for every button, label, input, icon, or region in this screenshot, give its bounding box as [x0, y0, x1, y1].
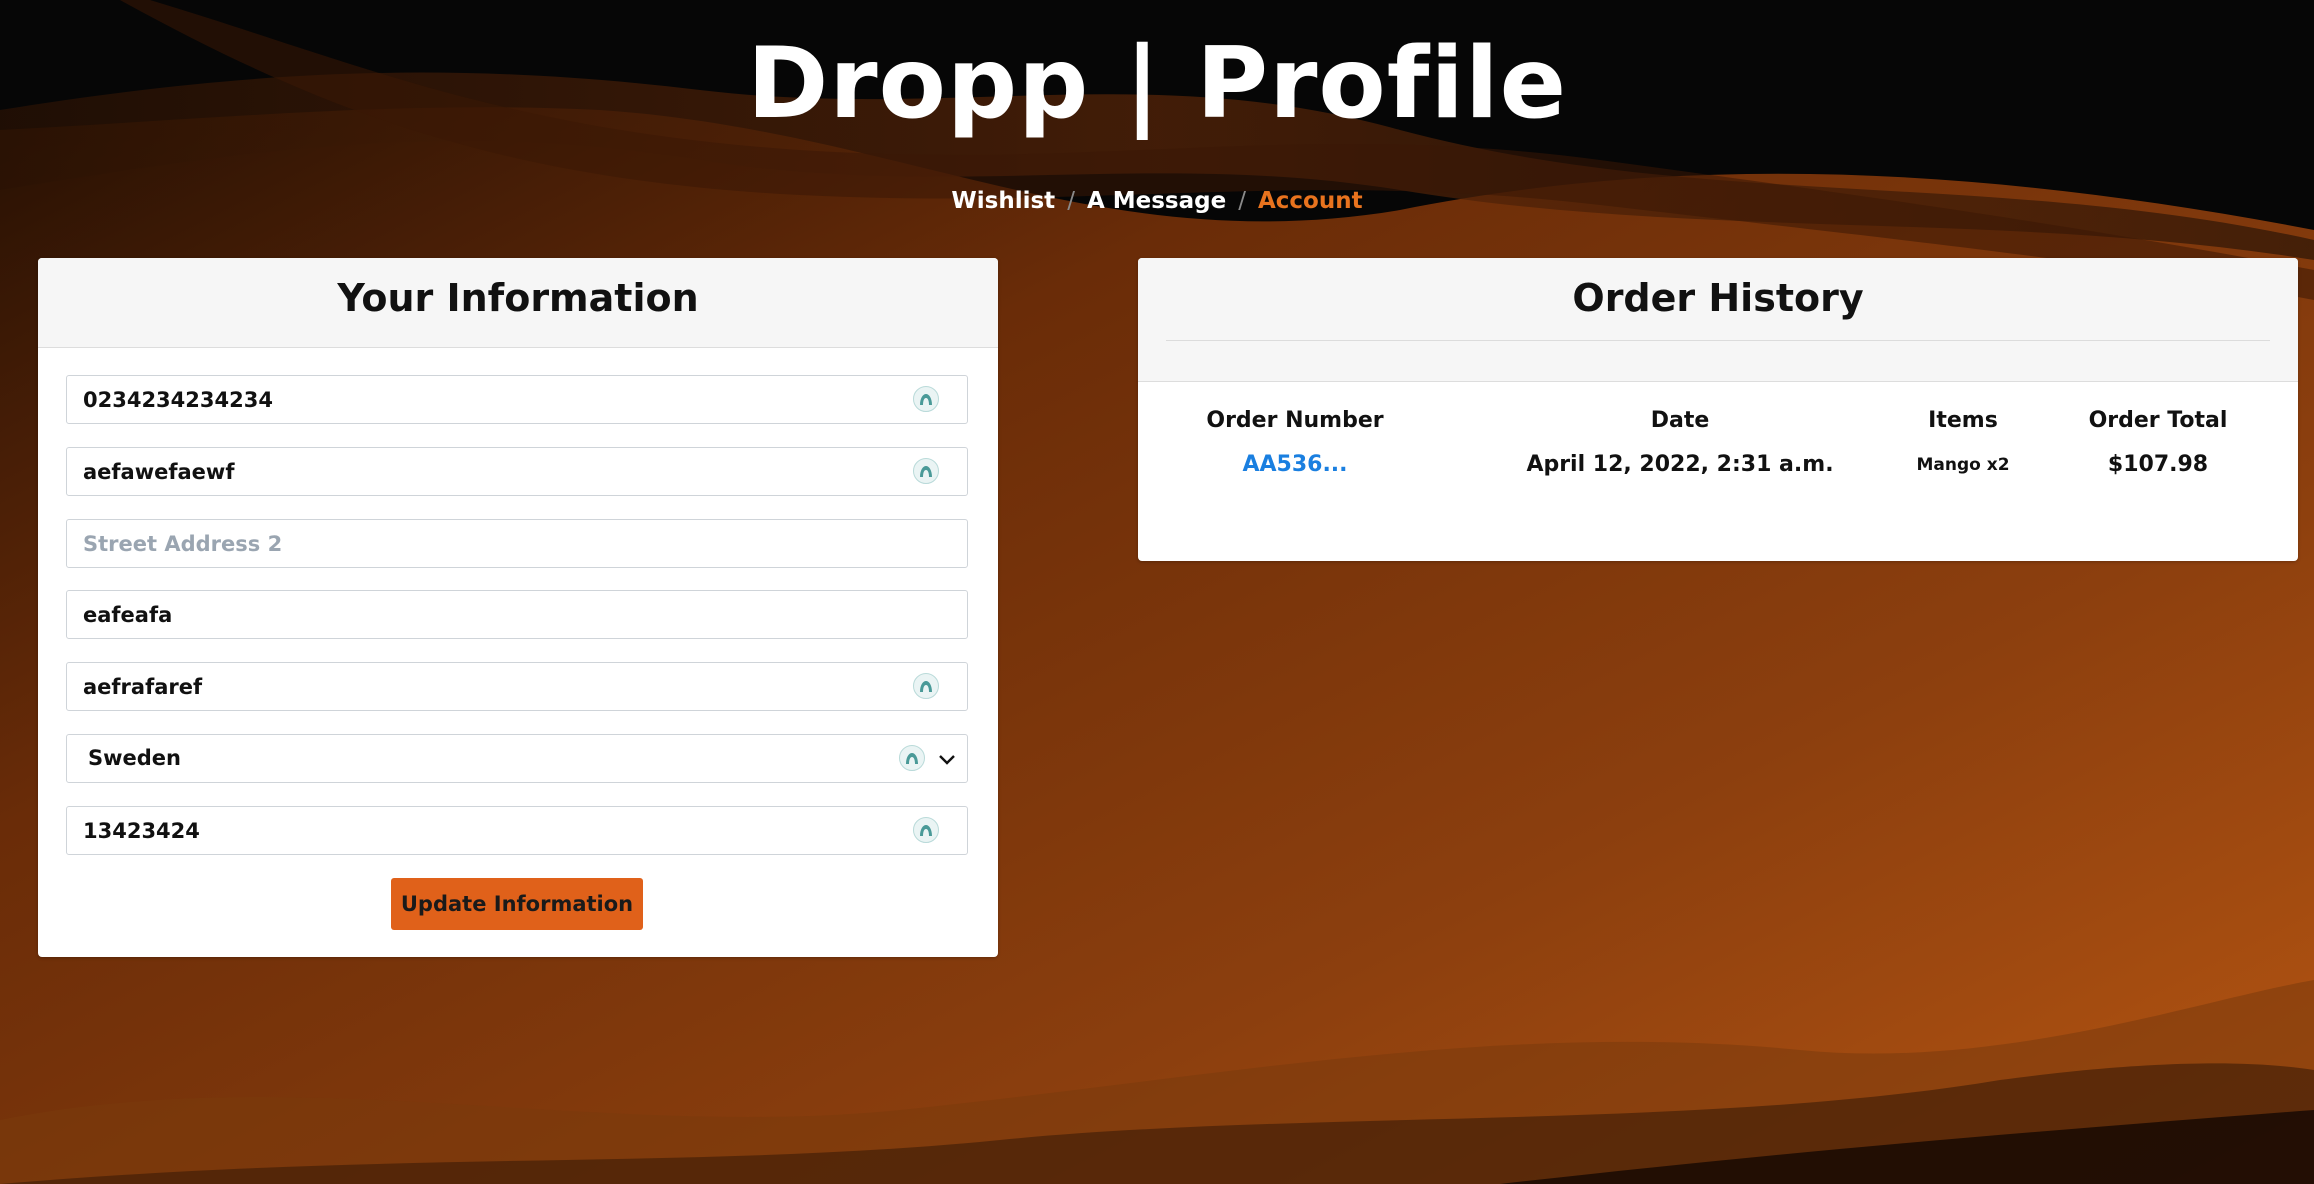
region-field[interactable]: [66, 662, 968, 711]
password-manager-icon[interactable]: [913, 386, 939, 412]
breadcrumb-separator: /: [1238, 188, 1246, 214]
order-items: Mango x2: [1916, 455, 2010, 475]
order-total: $107.98: [2107, 452, 2209, 477]
column-order-total: Order Total $107.98: [2073, 406, 2243, 480]
column-header: Order Number: [1206, 408, 1384, 433]
street-address-field[interactable]: [66, 447, 968, 496]
breadcrumb-a-message[interactable]: A Message: [1087, 188, 1226, 214]
password-manager-icon[interactable]: [913, 458, 939, 484]
breadcrumb-separator: /: [1067, 188, 1075, 214]
city-input[interactable]: [67, 591, 967, 638]
phone-field[interactable]: [66, 375, 968, 424]
column-date: Date April 12, 2022, 2:31 a.m.: [1510, 406, 1850, 480]
street-address-2-input[interactable]: [67, 520, 967, 567]
password-manager-icon[interactable]: [913, 673, 939, 699]
postal-code-field[interactable]: [66, 806, 968, 855]
phone-input[interactable]: [67, 376, 967, 423]
order-history-header: Order History: [1138, 258, 2298, 382]
column-header: Items: [1928, 408, 1998, 433]
password-manager-icon[interactable]: [913, 817, 939, 843]
column-items: Items Mango x2: [1893, 406, 2033, 480]
chevron-down-icon[interactable]: [937, 749, 957, 769]
update-information-button[interactable]: Update Information: [391, 878, 643, 930]
order-history-title: Order History: [1572, 276, 1864, 320]
your-information-card: Your Information Sweden: [38, 258, 998, 957]
your-information-title: Your Information: [38, 258, 998, 348]
breadcrumb: Wishlist / A Message / Account: [0, 188, 2314, 214]
order-history-card: Order History Order Number AA536... Date…: [1138, 258, 2298, 561]
column-order-number: Order Number AA536...: [1190, 406, 1400, 480]
column-header: Date: [1650, 408, 1710, 433]
country-select[interactable]: Sweden: [66, 734, 968, 783]
order-date: April 12, 2022, 2:31 a.m.: [1526, 452, 1834, 477]
postal-code-input[interactable]: [67, 807, 967, 854]
street-address-input[interactable]: [67, 448, 967, 495]
password-manager-icon[interactable]: [899, 745, 925, 771]
page-title: Dropp | Profile: [746, 27, 1568, 141]
breadcrumb-account: Account: [1257, 188, 1363, 214]
order-number-link[interactable]: AA536...: [1190, 450, 1400, 480]
breadcrumb-wishlist[interactable]: Wishlist: [951, 188, 1055, 214]
city-field[interactable]: [66, 590, 968, 639]
street-address-2-field[interactable]: [66, 519, 968, 568]
country-select-value[interactable]: Sweden: [67, 735, 967, 782]
column-header: Order Total: [2088, 408, 2228, 433]
header-divider: [1166, 340, 2270, 341]
region-input[interactable]: [67, 663, 967, 710]
